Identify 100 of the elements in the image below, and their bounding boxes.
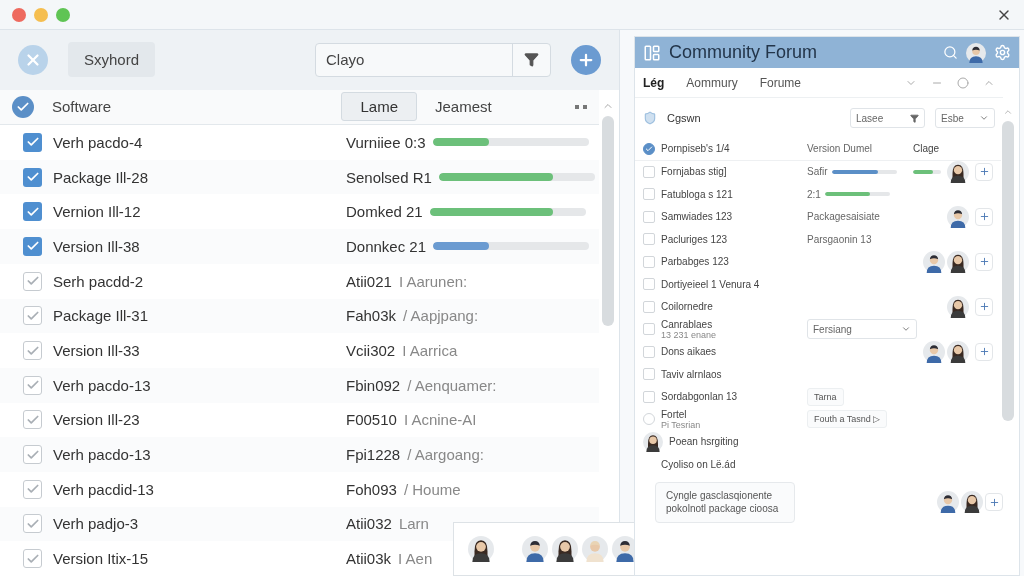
- checkbox[interactable]: [23, 132, 42, 152]
- filter-dropdown[interactable]: Lasee: [850, 108, 925, 128]
- person-avatar: [923, 250, 945, 273]
- version-text: Packagesaisiate: [807, 211, 880, 223]
- add-icon[interactable]: [571, 44, 601, 75]
- filter-label: Cgswn: [667, 112, 701, 124]
- forum-tab[interactable]: Forume: [759, 75, 802, 90]
- row-value: Atii021: [346, 272, 392, 290]
- person-avatar: [582, 536, 608, 562]
- column-header: Version Dumel: [807, 143, 873, 155]
- checkbox[interactable]: [643, 390, 655, 403]
- sort-dropdown[interactable]: Esbe: [935, 108, 995, 128]
- checkbox[interactable]: [643, 165, 655, 178]
- add-button[interactable]: [975, 207, 993, 226]
- settings-icon[interactable]: [994, 44, 1011, 61]
- row-note: I Acnine-AI: [403, 411, 477, 429]
- add-button[interactable]: [975, 162, 993, 181]
- row-name: Vernion Ill-12: [52, 203, 142, 221]
- filter-icon: [524, 52, 539, 68]
- toolbar-button[interactable]: Sxyhord: [68, 42, 156, 78]
- row-value: Donnkec 21: [346, 237, 427, 255]
- column-header: Software: [52, 98, 112, 116]
- checkbox[interactable]: [643, 323, 655, 336]
- item-tag: Tarna: [807, 387, 844, 406]
- row-name: Version Ill-33: [52, 342, 141, 360]
- checkbox[interactable]: [643, 300, 655, 313]
- checkbox[interactable]: [23, 167, 42, 187]
- person-avatar: [947, 295, 969, 318]
- plus-icon: [978, 166, 990, 178]
- row-name: Verh pacdid-13: [52, 480, 155, 498]
- forum-tab[interactable]: Lég: [643, 75, 665, 90]
- check-icon: [645, 144, 653, 153]
- checkbox[interactable]: [643, 345, 655, 358]
- row-name: Package Ill-28: [52, 168, 150, 186]
- shield-icon: [643, 111, 657, 125]
- person-avatar: [923, 340, 945, 363]
- row-name: Verh pacdo-13: [52, 376, 152, 394]
- close-light[interactable]: [12, 7, 26, 22]
- row-name: Version Ill-38: [52, 237, 141, 255]
- item-name: Fortel: [661, 408, 688, 420]
- filter-dropdown[interactable]: Clayo: [315, 42, 551, 77]
- radio-button[interactable]: [643, 413, 655, 426]
- scroll-up-icon[interactable]: [1003, 107, 1013, 117]
- plus-icon: [978, 211, 990, 223]
- circle-icon[interactable]: [957, 76, 969, 89]
- item-name: Fatubloga s 121: [661, 188, 734, 200]
- forum-icon: [643, 43, 661, 62]
- item-name: Parbabges 123: [661, 256, 730, 268]
- person-avatar: [522, 536, 548, 562]
- add-button[interactable]: [975, 342, 993, 361]
- person-avatar: [947, 250, 969, 273]
- checkbox[interactable]: [643, 368, 655, 381]
- checkbox[interactable]: [23, 202, 42, 222]
- row-note: / Aenquamer:: [407, 376, 497, 394]
- item-name: Dons aikaes: [661, 346, 718, 358]
- person-avatar: [468, 536, 494, 562]
- checkbox[interactable]: [643, 233, 655, 246]
- row-value: Fpi1228: [346, 446, 401, 464]
- item-name: Cyoliso on Lë.ád: [661, 458, 737, 470]
- item-name: Coilornedre: [661, 301, 714, 313]
- add-button[interactable]: [975, 297, 993, 316]
- checkbox[interactable]: [643, 278, 655, 291]
- forum-tab[interactable]: Aommury: [686, 75, 738, 90]
- person-avatar: [966, 42, 986, 63]
- version-text: Parsgaonin 13: [807, 233, 872, 245]
- search-icon[interactable]: [943, 45, 958, 60]
- item-name: Canrablaes: [661, 318, 714, 330]
- zoom-light[interactable]: [56, 7, 70, 22]
- more-icon[interactable]: [575, 104, 587, 109]
- row-value: Atii032: [346, 515, 392, 533]
- row-note: Larn: [398, 515, 429, 533]
- person-avatar: [961, 491, 983, 513]
- plus-icon: [978, 256, 990, 268]
- minimize-light[interactable]: [34, 7, 48, 22]
- checkbox[interactable]: [23, 236, 42, 256]
- row-name: Verh padjo-3: [52, 515, 140, 533]
- add-button[interactable]: [975, 252, 993, 271]
- row-note: I Aen: [398, 550, 433, 568]
- row-name: Serh pacdd-2: [52, 272, 145, 290]
- row-name: Version Ill-23: [52, 411, 141, 429]
- checkbox[interactable]: [643, 188, 655, 201]
- scrollbar-thumb[interactable]: [1002, 121, 1014, 421]
- person-avatar: [947, 205, 969, 228]
- scrollbar-thumb[interactable]: [602, 116, 614, 326]
- plus-icon: [978, 346, 990, 358]
- forum-title: Community Forum: [669, 42, 819, 63]
- row-note: I Aarrica: [402, 342, 458, 360]
- row-name: Verh pacdo-13: [52, 446, 152, 464]
- item-name: Sordabgonlan 13: [661, 391, 739, 403]
- select-all-radio[interactable]: [643, 142, 655, 155]
- checkbox[interactable]: [643, 255, 655, 268]
- checkbox[interactable]: [643, 210, 655, 223]
- status-dropdown[interactable]: Fersiang: [807, 319, 917, 340]
- row-value: Atii03k: [346, 550, 392, 568]
- add-button[interactable]: [985, 493, 1003, 511]
- item-name: Fornjabas stig]: [661, 166, 728, 178]
- item-name: Dortiyeieel 1 Venura 4: [661, 278, 761, 290]
- column-header: Clage: [913, 143, 940, 155]
- sort-button[interactable]: Lame: [341, 92, 417, 122]
- select-all-checkbox[interactable]: [12, 95, 34, 118]
